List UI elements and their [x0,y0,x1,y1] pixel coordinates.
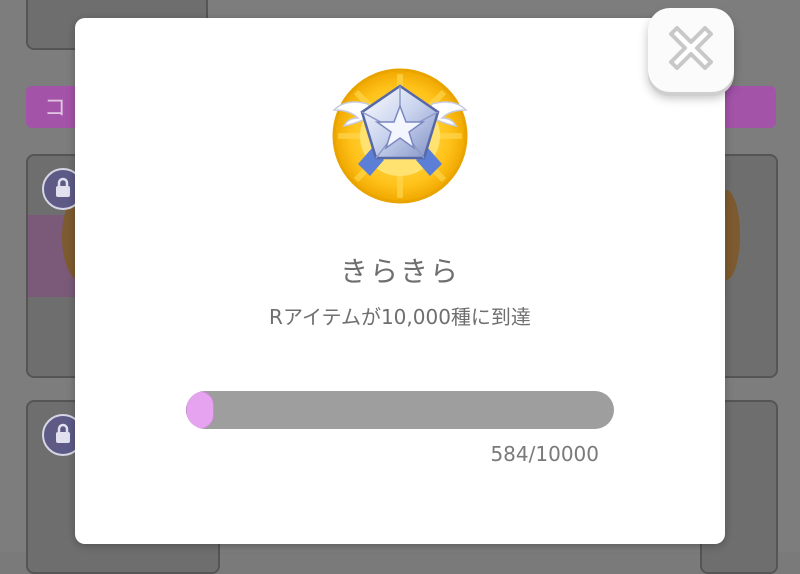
achievement-description: Rアイテムが10,000種に到達 [269,305,531,329]
close-icon [669,26,713,70]
achievement-progress-fill [186,391,214,429]
close-button[interactable] [648,8,734,92]
achievement-progress-bar [186,391,614,429]
background-banner-label: コ [44,96,67,121]
achievement-dialog: きらきら Rアイテムが10,000種に到達 584/10000 [75,18,725,544]
diamond-star-medal-icon [328,60,472,204]
achievement-progress-count: 584/10000 [490,442,599,466]
achievement-title: きらきら [339,255,460,288]
